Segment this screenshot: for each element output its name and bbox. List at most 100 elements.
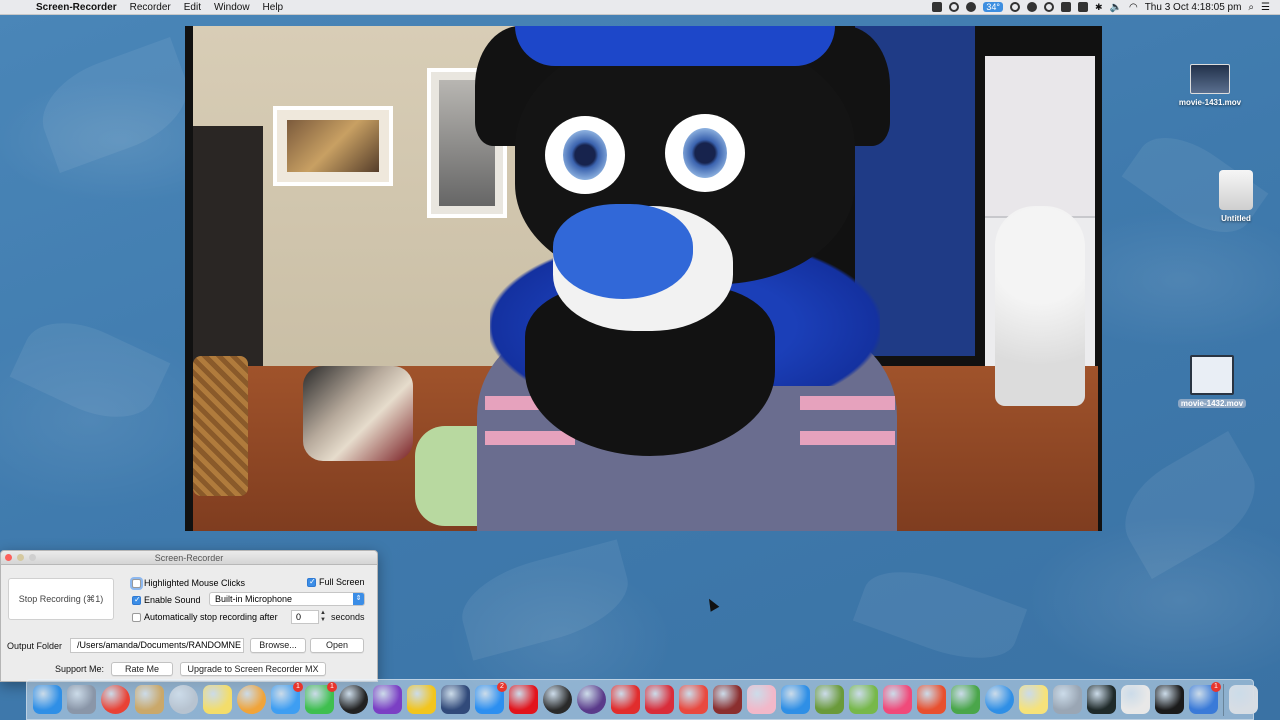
desktop-icon-untitled[interactable]: Untitled — [1196, 170, 1276, 223]
wallpaper-leaf — [452, 539, 638, 661]
checkbox-box[interactable] — [307, 577, 316, 587]
status-app-icon[interactable] — [1009, 2, 1020, 12]
help-icon[interactable] — [169, 685, 198, 714]
notes-icon[interactable] — [203, 685, 232, 714]
spotlight-icon[interactable]: ⌕ — [1248, 2, 1254, 13]
chrome-icon[interactable] — [101, 685, 130, 714]
mail-icon[interactable] — [679, 685, 708, 714]
textedit-icon[interactable] — [1121, 685, 1150, 714]
wallpaper-leaf — [852, 554, 1028, 676]
menu-help[interactable]: Help — [263, 2, 284, 13]
record-icon[interactable] — [577, 685, 606, 714]
wallpaper-leaf — [9, 304, 171, 436]
photos-icon[interactable] — [237, 685, 266, 714]
output-folder-field[interactable]: /Users/amanda/Documents/RANDOMNE — [70, 638, 244, 653]
desktop-icon-movie-1432[interactable]: movie-1432.mov — [1172, 355, 1252, 408]
volume-icon[interactable]: 🔈 — [1110, 2, 1122, 13]
dock-badge: 2 — [497, 682, 507, 692]
screen-recorder-icon[interactable] — [713, 685, 742, 714]
microphone-select[interactable]: Built-in Microphone ⇕ — [209, 592, 365, 606]
weather-badge[interactable]: 34° — [983, 2, 1003, 12]
facetime-icon[interactable]: 1 — [305, 682, 337, 714]
xcode-icon[interactable]: 1 — [1189, 682, 1221, 714]
bluetooth-icon[interactable] — [441, 685, 470, 714]
terminal-icon[interactable] — [1155, 685, 1184, 714]
trash-icon[interactable] — [1229, 685, 1258, 714]
pink-app-icon[interactable] — [747, 685, 776, 714]
dock: 1 1 2 1 — [26, 679, 1258, 720]
notification-center-icon[interactable]: ☰ — [1261, 2, 1270, 13]
safari-icon[interactable] — [985, 685, 1014, 714]
status-app-icon[interactable] — [932, 2, 943, 12]
dock-badge: 1 — [327, 682, 337, 692]
stop-recording-button[interactable]: Stop Recording (⌘1) — [8, 578, 114, 620]
zoom-window-button[interactable] — [29, 554, 36, 561]
status-app-icon[interactable] — [1043, 2, 1054, 12]
r-app-icon[interactable] — [645, 685, 674, 714]
close-window-button[interactable] — [5, 554, 12, 561]
video-file-icon — [1190, 64, 1230, 94]
layers-icon[interactable] — [849, 685, 878, 714]
checkbox-label: Full Screen — [319, 577, 365, 587]
highlight-clicks-checkbox[interactable]: Highlighted Mouse Clicks — [132, 578, 245, 588]
checkbox-box[interactable] — [132, 578, 141, 588]
auto-stop-seconds-input[interactable]: 0 — [291, 610, 319, 624]
triangle-icon[interactable] — [917, 685, 946, 714]
wallpaper-leaf — [1106, 431, 1274, 579]
checkbox-box[interactable] — [132, 595, 141, 605]
output-folder-label: Output Folder — [7, 641, 63, 651]
auto-stop-checkbox[interactable]: Automatically stop recording after — [132, 612, 278, 622]
bluetooth-status-icon[interactable]: ✱ — [1095, 2, 1103, 13]
checkbox-box[interactable] — [132, 612, 141, 622]
upgrade-button[interactable]: Upgrade to Screen Recorder MX — [180, 662, 326, 676]
video-file-icon — [1190, 355, 1234, 395]
clock[interactable]: Thu 3 Oct 4:18:05 pm — [1145, 2, 1242, 13]
checkbox-label: Enable Sound — [144, 595, 201, 605]
minimize-window-button[interactable] — [17, 554, 24, 561]
menu-edit[interactable]: Edit — [184, 2, 201, 13]
activity-monitor-icon[interactable] — [1087, 685, 1116, 714]
wifi-icon[interactable]: ◠ — [1129, 2, 1138, 13]
open-button[interactable]: Open — [310, 638, 364, 653]
g-app-icon[interactable] — [781, 685, 810, 714]
rate-me-button[interactable]: Rate Me — [111, 662, 173, 676]
menu-window[interactable]: Window — [214, 2, 250, 13]
menu-bar: Screen-Recorder Recorder Edit Window Hel… — [0, 0, 1280, 15]
browse-button[interactable]: Browse... — [250, 638, 306, 653]
stickies-icon[interactable] — [1019, 685, 1048, 714]
app-store-icon[interactable]: 2 — [475, 682, 507, 714]
status-app-icon[interactable] — [949, 2, 960, 12]
finder-icon[interactable] — [33, 685, 62, 714]
paint-icon[interactable] — [135, 685, 164, 714]
music-icon[interactable] — [883, 685, 912, 714]
display-icon[interactable] — [1060, 2, 1071, 12]
imovie-icon[interactable] — [373, 685, 402, 714]
airplay-icon[interactable] — [1077, 2, 1088, 12]
support-label: Support Me: — [55, 664, 105, 674]
heart-icon[interactable] — [509, 685, 538, 714]
app-menu[interactable]: Screen-Recorder — [36, 2, 117, 13]
select-arrow-icon: ⇕ — [353, 593, 364, 605]
desktop-icon-movie-1431[interactable]: movie-1431.mov — [1170, 64, 1250, 107]
red-square-icon[interactable] — [611, 685, 640, 714]
launchpad-icon[interactable] — [67, 685, 96, 714]
window-titlebar[interactable]: Screen-Recorder — [1, 551, 377, 565]
full-screen-checkbox[interactable]: Full Screen — [307, 577, 365, 587]
checkbox-label: Automatically stop recording after — [144, 612, 278, 622]
sunflower-icon[interactable] — [407, 685, 436, 714]
enable-sound-checkbox[interactable]: Enable Sound — [132, 595, 201, 605]
menu-recorder[interactable]: Recorder — [130, 2, 171, 13]
wallpaper-leaf — [29, 37, 201, 173]
auto-stop-stepper[interactable]: ▲ ▼ — [319, 610, 327, 624]
minecraft-icon[interactable] — [815, 685, 844, 714]
status-app-icon[interactable] — [1026, 2, 1037, 12]
disk-drive-icon — [1219, 170, 1253, 210]
messages-icon[interactable]: 1 — [271, 682, 303, 714]
location-icon[interactable] — [966, 2, 977, 12]
obs-icon[interactable] — [543, 685, 572, 714]
dock-badge: 1 — [293, 682, 303, 692]
shortcut-icon[interactable] — [1053, 685, 1082, 714]
camera-icon[interactable] — [339, 685, 368, 714]
gem-icon[interactable] — [951, 685, 980, 714]
window-title: Screen-Recorder — [154, 553, 224, 563]
